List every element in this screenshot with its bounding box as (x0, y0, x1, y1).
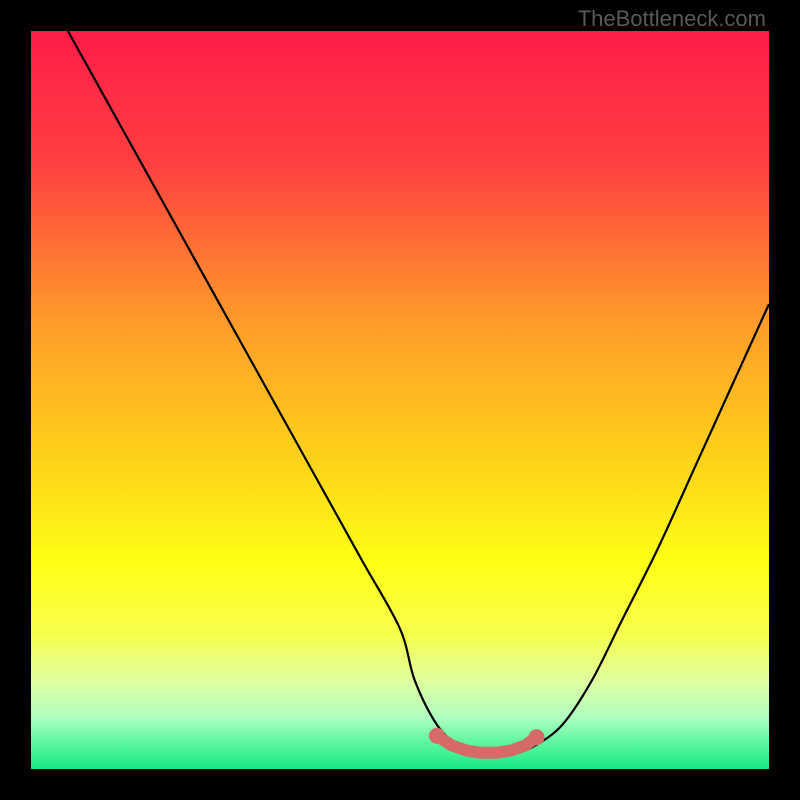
plot-svg (31, 31, 769, 769)
gradient-background (31, 31, 769, 769)
marker-endpoint-right (529, 729, 545, 745)
marker-endpoint-left (429, 728, 445, 744)
chart-frame: TheBottleneck.com (0, 0, 800, 800)
plot-area (31, 31, 769, 769)
watermark-text: TheBottleneck.com (578, 6, 766, 32)
